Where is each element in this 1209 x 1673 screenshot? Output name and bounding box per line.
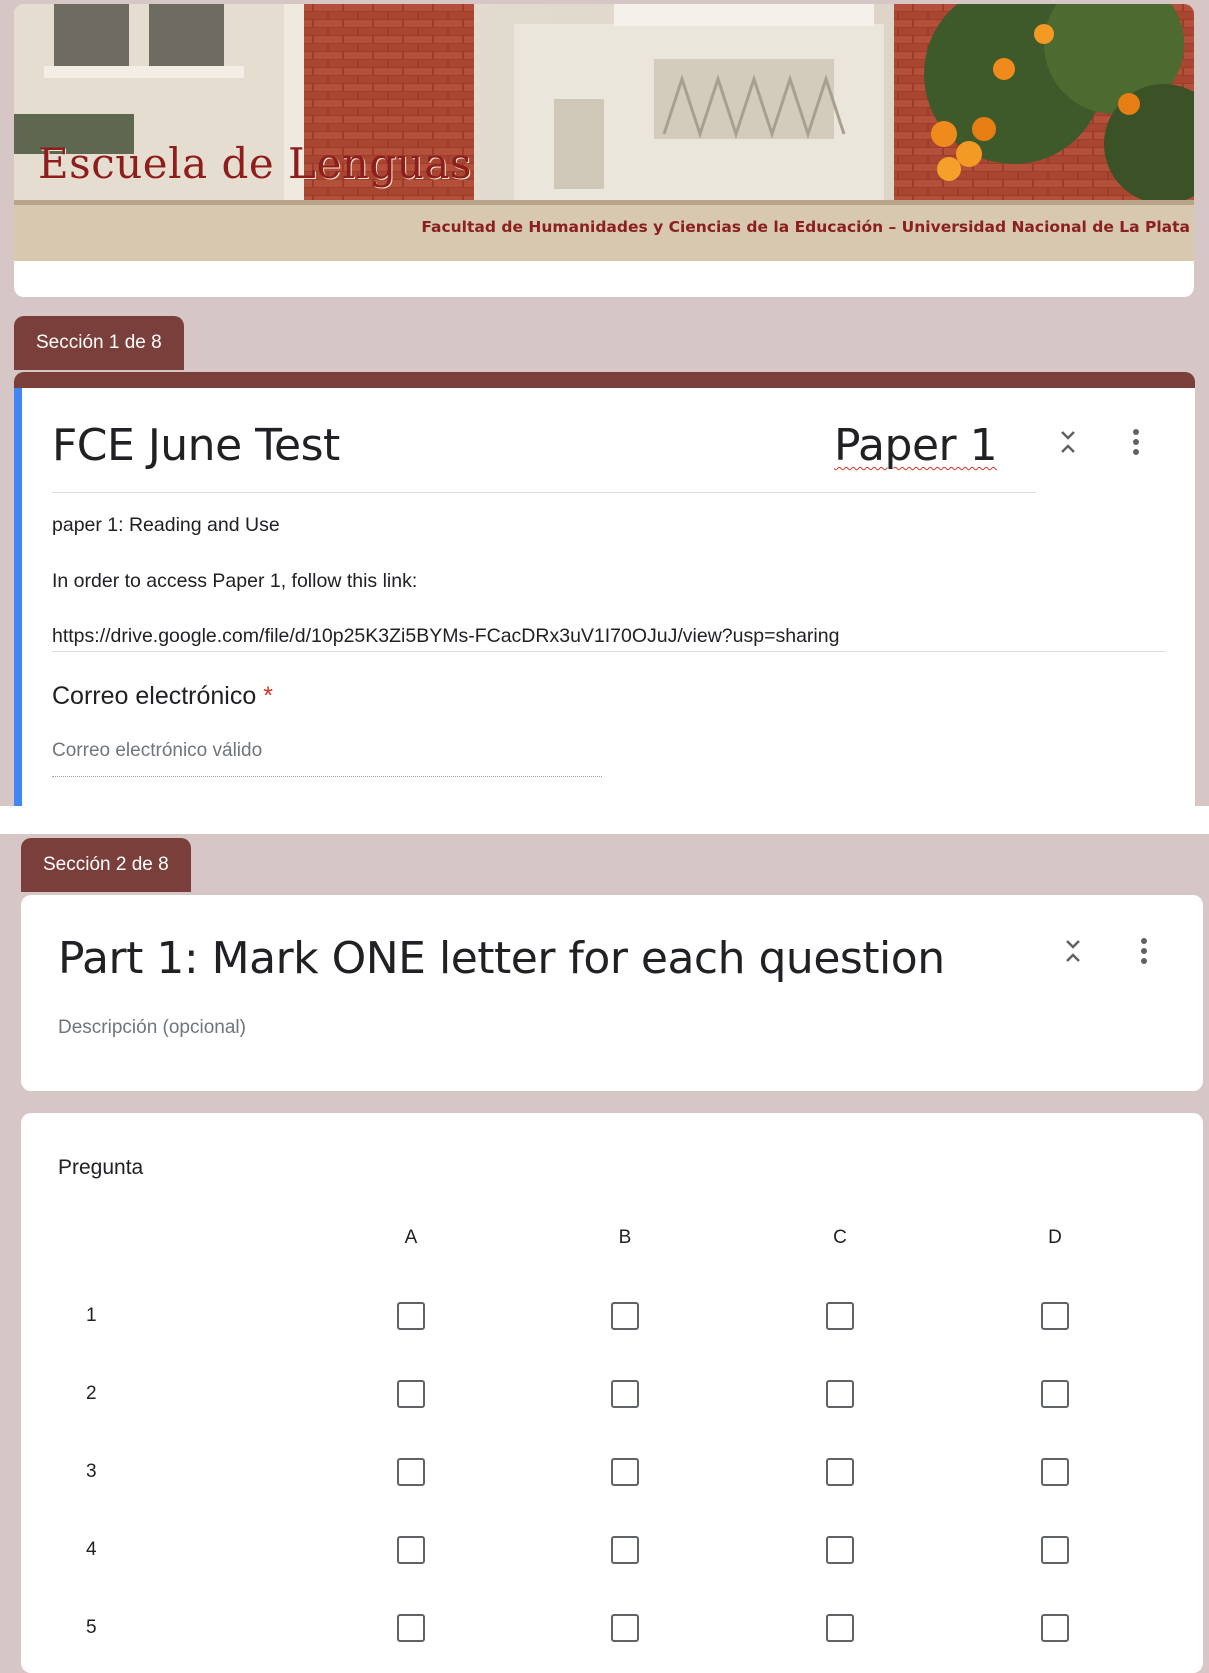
checkbox-4-c[interactable]: [826, 1536, 854, 1564]
column-header-c: C: [833, 1227, 847, 1248]
email-label: Correo electrónico: [52, 682, 257, 710]
more-vert-icon[interactable]: [1126, 933, 1162, 969]
description-line-2[interactable]: In order to access Paper 1, follow this …: [52, 570, 417, 593]
section-1-bar: [14, 372, 1195, 388]
more-vert-icon[interactable]: [1118, 424, 1154, 460]
form-title-paper[interactable]: Paper 1: [834, 420, 998, 471]
checkbox-4-d[interactable]: [1041, 1536, 1069, 1564]
required-asterisk: *: [263, 682, 273, 710]
paper-link[interactable]: https://drive.google.com/file/d/10p25K3Z…: [52, 625, 839, 648]
row-label-2: 2: [86, 1383, 97, 1404]
column-header-a: A: [404, 1227, 418, 1248]
checkbox-2-a[interactable]: [397, 1380, 425, 1408]
checkbox-4-b[interactable]: [611, 1536, 639, 1564]
email-input-line[interactable]: [52, 776, 602, 777]
checkbox-3-c[interactable]: [826, 1458, 854, 1486]
email-question: Correo electrónico *: [52, 682, 273, 711]
title-underline: [52, 492, 1036, 493]
checkbox-1-b[interactable]: [611, 1302, 639, 1330]
checkbox-5-b[interactable]: [611, 1614, 639, 1642]
section-1-tab: Sección 1 de 8: [14, 316, 184, 370]
checkbox-3-b[interactable]: [611, 1458, 639, 1486]
section-2-card[interactable]: Part 1: Mark ONE letter for each questio…: [21, 895, 1203, 1091]
checkbox-3-a[interactable]: [397, 1458, 425, 1486]
screenshot-divider: [0, 806, 1209, 834]
description-underline: [52, 651, 1166, 652]
collapse-icon[interactable]: [1055, 933, 1091, 969]
form-title[interactable]: FCE June Test: [52, 420, 340, 471]
checkbox-5-a[interactable]: [397, 1614, 425, 1642]
question-title[interactable]: Pregunta: [58, 1156, 143, 1180]
checkbox-2-c[interactable]: [826, 1380, 854, 1408]
row-label-5: 5: [86, 1617, 97, 1638]
checkbox-2-b[interactable]: [611, 1380, 639, 1408]
section-2-title[interactable]: Part 1: Mark ONE letter for each questio…: [58, 933, 945, 984]
active-section-indicator: [14, 388, 22, 806]
checkbox-4-a[interactable]: [397, 1536, 425, 1564]
grid-question-card[interactable]: Pregunta A B C D 1 2 3 4 5: [21, 1113, 1203, 1673]
header-card: Escuela de Lenguas Facultad de Humanidad…: [14, 4, 1194, 297]
section-2-description[interactable]: Descripción (opcional): [58, 1017, 246, 1039]
banner-subtitle: Facultad de Humanidades y Ciencias de la…: [421, 218, 1190, 236]
row-label-3: 3: [86, 1461, 97, 1482]
collapse-icon[interactable]: [1050, 424, 1086, 460]
checkbox-1-d[interactable]: [1041, 1302, 1069, 1330]
row-label-4: 4: [86, 1539, 97, 1560]
description-line-1[interactable]: paper 1: Reading and Use: [52, 514, 280, 537]
header-banner-image: Escuela de Lenguas Facultad de Humanidad…: [14, 4, 1194, 261]
row-label-1: 1: [86, 1305, 97, 1326]
checkbox-5-c[interactable]: [826, 1614, 854, 1642]
checkbox-1-a[interactable]: [397, 1302, 425, 1330]
school-name: Escuela de Lenguas: [38, 139, 472, 188]
column-header-b: B: [618, 1227, 632, 1248]
checkbox-5-d[interactable]: [1041, 1614, 1069, 1642]
email-placeholder: Correo electrónico válido: [52, 740, 263, 761]
section-2-tab: Sección 2 de 8: [21, 838, 191, 892]
checkbox-1-c[interactable]: [826, 1302, 854, 1330]
checkbox-2-d[interactable]: [1041, 1380, 1069, 1408]
section-1-card[interactable]: FCE June Test Paper 1 paper 1: Reading a…: [14, 388, 1195, 806]
checkbox-3-d[interactable]: [1041, 1458, 1069, 1486]
column-header-d: D: [1048, 1227, 1062, 1248]
